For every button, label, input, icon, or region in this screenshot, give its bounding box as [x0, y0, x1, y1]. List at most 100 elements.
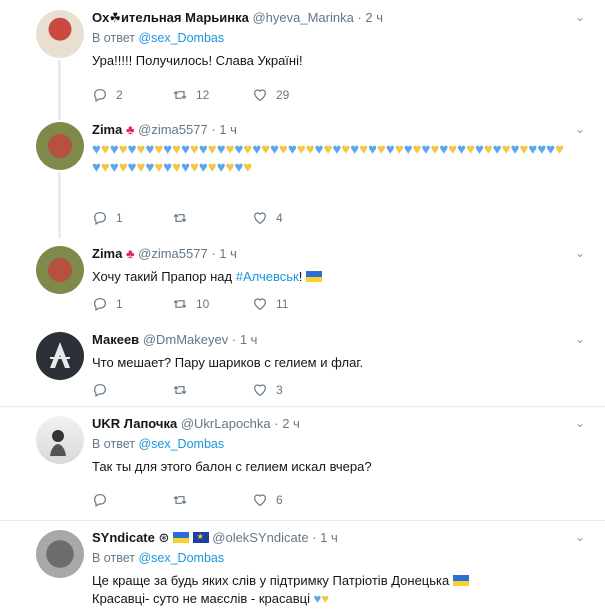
tweet-time[interactable]: · 2 ч: [274, 416, 300, 431]
chevron-down-icon[interactable]: ⌄: [575, 530, 585, 544]
yellow-heart-icon: ♥: [448, 141, 458, 158]
yellow-heart-icon: ♥: [321, 591, 330, 606]
yellow-heart-icon: ♥: [243, 141, 253, 158]
tweet-header: SYndicate ⊛ @olekSYndicate · 1 ч: [92, 529, 581, 546]
avatar[interactable]: [36, 416, 84, 464]
tweet-time[interactable]: · 1 ч: [232, 332, 258, 347]
tweet-text-line-1: Це краще за будь яких слів у підтримку П…: [92, 573, 450, 588]
retweet-icon: [172, 382, 188, 398]
retweet-icon: [172, 87, 188, 103]
reply-button[interactable]: [92, 492, 116, 508]
reply-to-link[interactable]: @sex_Dombas: [138, 551, 224, 565]
author-name[interactable]: Zima: [92, 122, 122, 137]
retweet-button[interactable]: [172, 210, 196, 226]
blue-heart-icon: ♥: [368, 141, 377, 158]
yellow-heart-icon: ♥: [377, 141, 386, 158]
tweet-4[interactable]: Макеев @DmMakeyev · 1 ч Что мешает? Пару…: [0, 324, 605, 408]
yellow-heart-icon: ♥: [189, 159, 199, 176]
author-handle[interactable]: @UkrLapochka: [181, 416, 271, 431]
like-icon: [252, 87, 268, 103]
author-name[interactable]: Zima: [92, 246, 122, 261]
hashtag-link[interactable]: #Алчевськ: [236, 269, 299, 284]
yellow-heart-icon: ♥: [412, 141, 422, 158]
blue-heart-icon: ♥: [109, 159, 119, 176]
yellow-heart-icon: ♥: [100, 141, 110, 158]
author-handle[interactable]: @zima5577: [138, 122, 208, 137]
reply-to: В ответ @sex_Dombas: [92, 30, 581, 46]
yellow-heart-icon: ♥: [296, 141, 306, 158]
tweet-time[interactable]: · 1 ч: [312, 530, 338, 545]
tweet-1[interactable]: Ох☘ительная Марьинка @hyeva_Marinka · 2 …: [0, 0, 605, 120]
chevron-down-icon[interactable]: ⌄: [575, 332, 585, 346]
chevron-down-icon[interactable]: ⌄: [575, 416, 585, 430]
blue-heart-icon: ♥: [145, 159, 155, 176]
blue-heart-icon: ♥: [145, 141, 155, 158]
blue-heart-icon: ♥: [198, 141, 208, 158]
tweet-time[interactable]: · 1 ч: [211, 246, 237, 261]
yellow-heart-icon: ♥: [100, 159, 110, 176]
like-button[interactable]: 6: [252, 492, 283, 508]
author-name[interactable]: SYndicate: [92, 530, 155, 545]
blue-heart-icon: ♥: [216, 159, 226, 176]
reply-button[interactable]: [92, 382, 116, 398]
like-count: 11: [276, 297, 289, 311]
yellow-heart-icon: ♥: [207, 159, 217, 176]
tweet-time[interactable]: · 1 ч: [211, 122, 237, 137]
like-count: 29: [276, 88, 290, 102]
tweet-3[interactable]: Zima ♣ @zima5577 · 1 ч Хочу такий Прапор…: [0, 238, 605, 324]
author-name[interactable]: UKR Лапочка: [92, 416, 177, 431]
author-name[interactable]: Ох☘ительная Марьинка: [92, 10, 249, 25]
reply-button[interactable]: 2: [92, 87, 123, 103]
divider: [0, 520, 605, 521]
avatar[interactable]: [36, 530, 84, 578]
tweet-6[interactable]: SYndicate ⊛ @olekSYndicate · 1 ч В ответ…: [0, 522, 605, 610]
avatar[interactable]: [36, 10, 84, 58]
author-name[interactable]: Макеев: [92, 332, 139, 347]
yellow-heart-icon: ♥: [501, 141, 511, 158]
blue-heart-icon: ♥: [546, 141, 556, 158]
maple-leaf-icon: ♣: [125, 122, 135, 137]
reply-icon: [92, 87, 108, 103]
yellow-heart-icon: ♥: [341, 141, 351, 158]
like-button[interactable]: 3: [252, 382, 283, 398]
reply-to-link[interactable]: @sex_Dombas: [138, 31, 224, 45]
reply-icon: [92, 382, 108, 398]
like-icon: [252, 492, 268, 508]
blue-heart-icon: ♥: [181, 159, 190, 176]
reply-button[interactable]: 1: [92, 210, 123, 226]
blue-heart-icon: ♥: [350, 141, 360, 158]
retweet-button[interactable]: 10: [172, 296, 209, 312]
yellow-heart-icon: ♥: [243, 159, 253, 176]
blue-heart-icon: ♥: [109, 141, 119, 158]
avatar[interactable]: [36, 122, 84, 170]
retweet-button[interactable]: [172, 492, 196, 508]
tweet-header: Zima ♣ @zima5577 · 1 ч: [92, 246, 581, 262]
chevron-down-icon[interactable]: ⌄: [575, 246, 585, 260]
chevron-down-icon[interactable]: ⌄: [575, 10, 585, 24]
avatar[interactable]: [36, 332, 84, 380]
tweet-time[interactable]: · 2 ч: [357, 10, 383, 25]
reply-to-link[interactable]: @sex_Dombas: [138, 437, 224, 451]
author-handle[interactable]: @hyeva_Marinka: [252, 10, 353, 25]
author-handle[interactable]: @DmMakeyev: [143, 332, 228, 347]
author-handle[interactable]: @olekSYndicate: [212, 530, 308, 545]
yellow-heart-icon: ♥: [225, 159, 235, 176]
tweet-5[interactable]: UKR Лапочка @UkrLapochka · 2 ч В ответ @…: [0, 408, 605, 518]
retweet-count: 12: [196, 88, 210, 102]
retweet-button[interactable]: 12: [172, 87, 209, 103]
reply-to: В ответ @sex_Dombas: [92, 550, 581, 566]
like-button[interactable]: 11: [252, 296, 288, 312]
author-handle[interactable]: @zima5577: [138, 246, 208, 261]
blue-heart-icon: ♥: [270, 141, 280, 158]
tweet-2[interactable]: Zima ♣ @zima5577 · 1 ч ♥♥♥♥♥♥♥♥♥♥♥♥♥♥♥♥♥…: [0, 120, 605, 238]
blue-heart-icon: ♥: [287, 141, 297, 158]
blue-heart-icon: ♥: [181, 141, 190, 158]
like-button[interactable]: 4: [252, 210, 283, 226]
blue-heart-icon: ♥: [314, 141, 324, 158]
retweet-button[interactable]: [172, 382, 196, 398]
avatar[interactable]: [36, 246, 84, 294]
thread-line: [58, 60, 61, 120]
like-button[interactable]: 29: [252, 87, 289, 103]
chevron-down-icon[interactable]: ⌄: [575, 122, 585, 136]
reply-button[interactable]: 1: [92, 296, 123, 312]
